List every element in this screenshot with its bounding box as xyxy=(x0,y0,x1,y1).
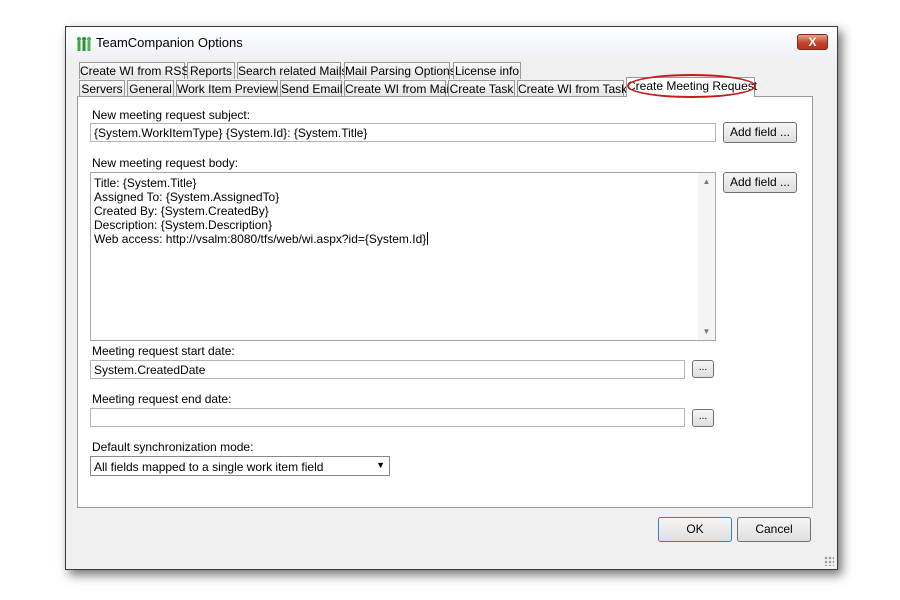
body-line-last: Web access: http://vsalm:8080/tfs/web/wi… xyxy=(94,232,429,246)
tab-label: Create WI from Mail xyxy=(345,82,452,96)
sync-mode-label: Default synchronization mode: xyxy=(92,440,254,454)
tab-general[interactable]: General xyxy=(127,80,174,97)
tab-label: Servers xyxy=(81,82,123,96)
subject-label: New meeting request subject: xyxy=(92,108,251,122)
body-scrollbar[interactable]: ▲ ▼ xyxy=(698,173,715,340)
button-label: Cancel xyxy=(755,522,793,536)
end-date-input[interactable] xyxy=(90,408,685,427)
close-button[interactable]: X xyxy=(797,34,828,50)
add-field-subject-button[interactable]: Add field ... xyxy=(723,122,797,143)
ellipsis-icon: ... xyxy=(698,362,708,373)
tab-create-wi-from-task[interactable]: Create WI from Task xyxy=(517,80,628,97)
body-line: Web access: http://vsalm:8080/tfs/web/wi… xyxy=(94,232,427,246)
text-caret xyxy=(427,232,429,245)
end-date-label: Meeting request end date: xyxy=(92,392,232,406)
end-date-browse-button[interactable]: ... xyxy=(692,409,714,427)
tab-label: Work Item Preview xyxy=(177,82,278,96)
tab-license-info[interactable]: License info xyxy=(453,62,521,79)
tab-label: License info xyxy=(454,64,520,78)
tab-reports[interactable]: Reports xyxy=(187,62,235,79)
tab-label: Mail Parsing Options xyxy=(345,64,456,78)
tab-label: Create Task xyxy=(449,82,514,96)
start-date-label: Meeting request start date: xyxy=(92,344,235,358)
scroll-down-icon[interactable]: ▼ xyxy=(698,323,715,340)
tab-label: General xyxy=(129,82,172,96)
window-title: TeamCompanion Options xyxy=(96,35,243,50)
body-label: New meeting request body: xyxy=(92,156,239,170)
ellipsis-icon: ... xyxy=(698,411,708,422)
chevron-down-icon: ▼ xyxy=(376,460,385,470)
tab-create-task[interactable]: Create Task xyxy=(448,80,515,97)
tab-search-related-mails[interactable]: Search related Mails xyxy=(237,62,347,79)
body-line: Description: {System.Description} xyxy=(94,218,273,232)
options-dialog: TeamCompanion Options X Create WI from R… xyxy=(65,26,838,570)
tab-label: Send Email xyxy=(281,82,343,96)
body-textarea[interactable]: Title: {System.Title} Assigned To: {Syst… xyxy=(90,172,716,341)
button-label: OK xyxy=(686,522,704,536)
scroll-up-icon[interactable]: ▲ xyxy=(698,173,715,190)
ok-button[interactable]: OK xyxy=(658,517,732,542)
body-line: Created By: {System.CreatedBy} xyxy=(94,204,269,218)
tab-label: Create WI from RSS xyxy=(80,64,190,78)
button-label: Add field ... xyxy=(729,175,791,189)
tab-servers[interactable]: Servers xyxy=(79,80,125,97)
button-label: Add field ... xyxy=(729,125,791,139)
tab-label: Reports xyxy=(189,64,233,78)
tab-panel-create-meeting-request: New meeting request subject: {System.Wor… xyxy=(77,96,813,508)
tab-label: Search related Mails xyxy=(238,64,348,78)
subject-value: {System.WorkItemType} {System.Id}: {Syst… xyxy=(94,126,368,140)
tab-create-wi-from-rss[interactable]: Create WI from RSS xyxy=(79,62,189,79)
body-line: Title: {System.Title} xyxy=(94,176,197,190)
body-line: Assigned To: {System.AssignedTo} xyxy=(94,190,280,204)
tab-work-item-preview[interactable]: Work Item Preview xyxy=(176,80,278,97)
start-date-input[interactable]: System.CreatedDate xyxy=(90,360,685,379)
tab-send-email[interactable]: Send Email xyxy=(280,80,342,97)
start-date-browse-button[interactable]: ... xyxy=(692,360,714,378)
tab-label: Create WI from Task xyxy=(518,82,628,96)
tab-create-meeting-request[interactable]: Create Meeting Request xyxy=(626,77,758,97)
add-field-body-button[interactable]: Add field ... xyxy=(723,172,797,193)
subject-input[interactable]: {System.WorkItemType} {System.Id}: {Syst… xyxy=(90,123,716,142)
tab-mail-parsing-options[interactable]: Mail Parsing Options xyxy=(344,62,456,79)
title-bar: TeamCompanion Options X xyxy=(66,27,837,58)
teamcompanion-people-icon xyxy=(77,37,91,51)
close-icon: X xyxy=(808,35,817,49)
sync-mode-value: All fields mapped to a single work item … xyxy=(94,460,324,474)
sync-mode-select[interactable]: All fields mapped to a single work item … xyxy=(90,456,390,476)
tab-label: Create Meeting Request xyxy=(627,79,758,93)
cancel-button[interactable]: Cancel xyxy=(737,517,811,542)
tab-create-wi-from-mail[interactable]: Create WI from Mail xyxy=(344,80,452,97)
start-date-value: System.CreatedDate xyxy=(94,363,206,377)
resize-grip-icon[interactable] xyxy=(824,556,834,566)
